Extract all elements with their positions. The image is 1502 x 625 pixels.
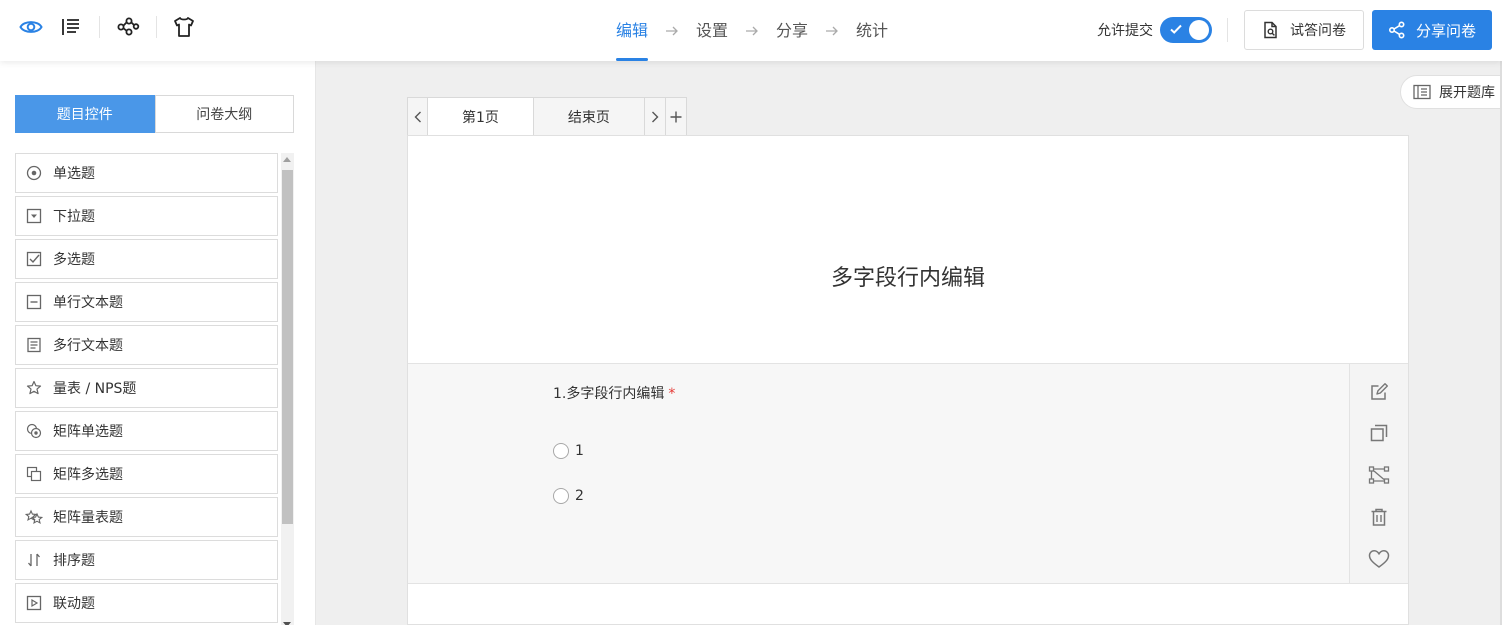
single-line-text-icon [25,293,43,311]
eye-icon[interactable] [18,14,44,40]
scroll-up-arrow-icon[interactable] [283,157,291,162]
question-type-single-line-text[interactable]: 单行文本题 [15,282,278,322]
arrow-right-icon [742,25,762,37]
top-bar: 编辑 设置 分享 统计 允许提交 试答问卷 分享问卷 [0,0,1502,61]
arrow-right-icon [822,25,842,37]
sort-icon [25,551,43,569]
option-label: 1 [575,443,584,459]
page-tabs: 第1页 结束页 [407,97,687,136]
question-block[interactable]: 1.多字段行内编辑 * 1 2 [408,363,1408,584]
question-title-text: 1.多字段行内编辑 [553,386,665,402]
tab-end-page[interactable]: 结束页 [533,97,645,136]
question-type-matrix-multiple[interactable]: 矩阵多选题 [15,454,278,494]
question-type-matrix-scale[interactable]: 矩阵量表题 [15,497,278,537]
multi-line-text-icon [25,336,43,354]
question-option[interactable]: 1 [553,443,584,459]
question-type-label: 量表 / NPS题 [53,381,137,397]
share-survey-label: 分享问卷 [1415,21,1476,40]
question-type-list: 单选题 下拉题 多选题 单行文本题 多行文本题 量表 / NPS题 矩阵单选题 [15,153,278,625]
question-type-label: 下拉题 [53,209,95,225]
question-type-matrix-single[interactable]: 矩阵单选题 [15,411,278,451]
question-type-label: 多选题 [53,252,95,268]
tab-survey-outline[interactable]: 问卷大纲 [154,95,294,133]
toolbar-divider [156,16,157,38]
matrix-checkbox-icon [25,465,43,483]
radio-button[interactable] [553,443,569,459]
chevron-right-icon [651,111,659,122]
logic-flow-icon[interactable] [115,14,141,40]
question-type-label: 单行文本题 [53,295,123,311]
question-type-label: 矩阵多选题 [53,467,123,483]
step-edit[interactable]: 编辑 [616,0,649,61]
question-type-dropdown[interactable]: 下拉题 [15,196,278,236]
tab-question-controls[interactable]: 题目控件 [15,95,155,133]
question-toolbar [1349,364,1408,583]
question-type-label: 矩阵量表题 [53,510,123,526]
expand-question-library-button[interactable]: 展开题库 [1400,75,1502,109]
question-type-label: 多行文本题 [53,338,123,354]
scrollbar-thumb[interactable] [282,170,293,524]
page-tab-next-button[interactable] [644,97,666,136]
copy-icon[interactable] [1368,422,1390,444]
check-icon [1170,24,1182,34]
step-navigation: 编辑 设置 分享 统计 [616,0,888,61]
survey-canvas: 多字段行内编辑 1.多字段行内编辑 * 1 2 [407,135,1409,625]
step-share[interactable]: 分享 [776,0,808,61]
question-type-label: 单选题 [53,166,95,182]
question-type-scale-nps[interactable]: 量表 / NPS题 [15,368,278,408]
favorite-icon[interactable] [1368,548,1390,570]
outline-list-icon[interactable] [58,14,84,40]
cascade-icon [25,594,43,612]
matrix-star-icon [25,508,43,526]
required-mark: * [668,386,676,402]
tab-page-1[interactable]: 第1页 [428,97,534,136]
allow-submit-label: 允许提交 [1097,23,1153,39]
step-settings[interactable]: 设置 [696,0,728,61]
question-title[interactable]: 1.多字段行内编辑 * [553,383,675,403]
delete-icon[interactable] [1368,506,1390,528]
question-type-sort[interactable]: 排序题 [15,540,278,580]
edit-icon[interactable] [1368,381,1390,403]
radio-icon [25,164,43,182]
question-option[interactable]: 2 [553,488,584,504]
share-survey-button[interactable]: 分享问卷 [1372,10,1492,50]
chevron-left-icon [414,111,421,122]
checkbox-icon [25,250,43,268]
question-type-label: 排序题 [53,553,95,569]
matrix-radio-icon [25,422,43,440]
toolbar-divider [1227,18,1228,42]
share-icon [1388,21,1405,39]
add-page-button[interactable] [665,97,687,136]
try-survey-button[interactable]: 试答问卷 [1244,10,1364,50]
arrow-right-icon [662,25,682,37]
logic-icon[interactable] [1368,464,1390,486]
plus-icon [670,111,682,122]
step-statistics[interactable]: 统计 [856,0,888,61]
question-type-cascade[interactable]: 联动题 [15,583,278,623]
allow-submit-toggle[interactable] [1160,17,1212,43]
library-icon [1413,84,1431,100]
survey-title[interactable]: 多字段行内编辑 [408,260,1408,292]
try-survey-label: 试答问卷 [1290,23,1346,39]
question-type-single-choice[interactable]: 单选题 [15,153,278,193]
toolbar-divider [99,16,100,38]
question-type-multiple-choice[interactable]: 多选题 [15,239,278,279]
dropdown-icon [25,207,43,225]
toggle-knob [1189,20,1209,40]
question-type-panel: 题目控件 问卷大纲 单选题 下拉题 多选题 单行文本题 多行文本题 量表 / N… [0,61,316,625]
panel-scrollbar[interactable] [281,153,294,625]
document-search-icon [1264,21,1277,39]
tshirt-theme-icon[interactable] [171,14,197,40]
question-type-multi-line-text[interactable]: 多行文本题 [15,325,278,365]
question-type-label: 矩阵单选题 [53,424,123,440]
page-tab-prev-button[interactable] [407,97,428,136]
question-type-label: 联动题 [53,596,95,612]
panel-tabs: 题目控件 问卷大纲 [15,95,294,133]
option-label: 2 [575,488,584,504]
library-button-label: 展开题库 [1439,85,1495,101]
radio-button[interactable] [553,488,569,504]
star-icon [25,379,43,397]
